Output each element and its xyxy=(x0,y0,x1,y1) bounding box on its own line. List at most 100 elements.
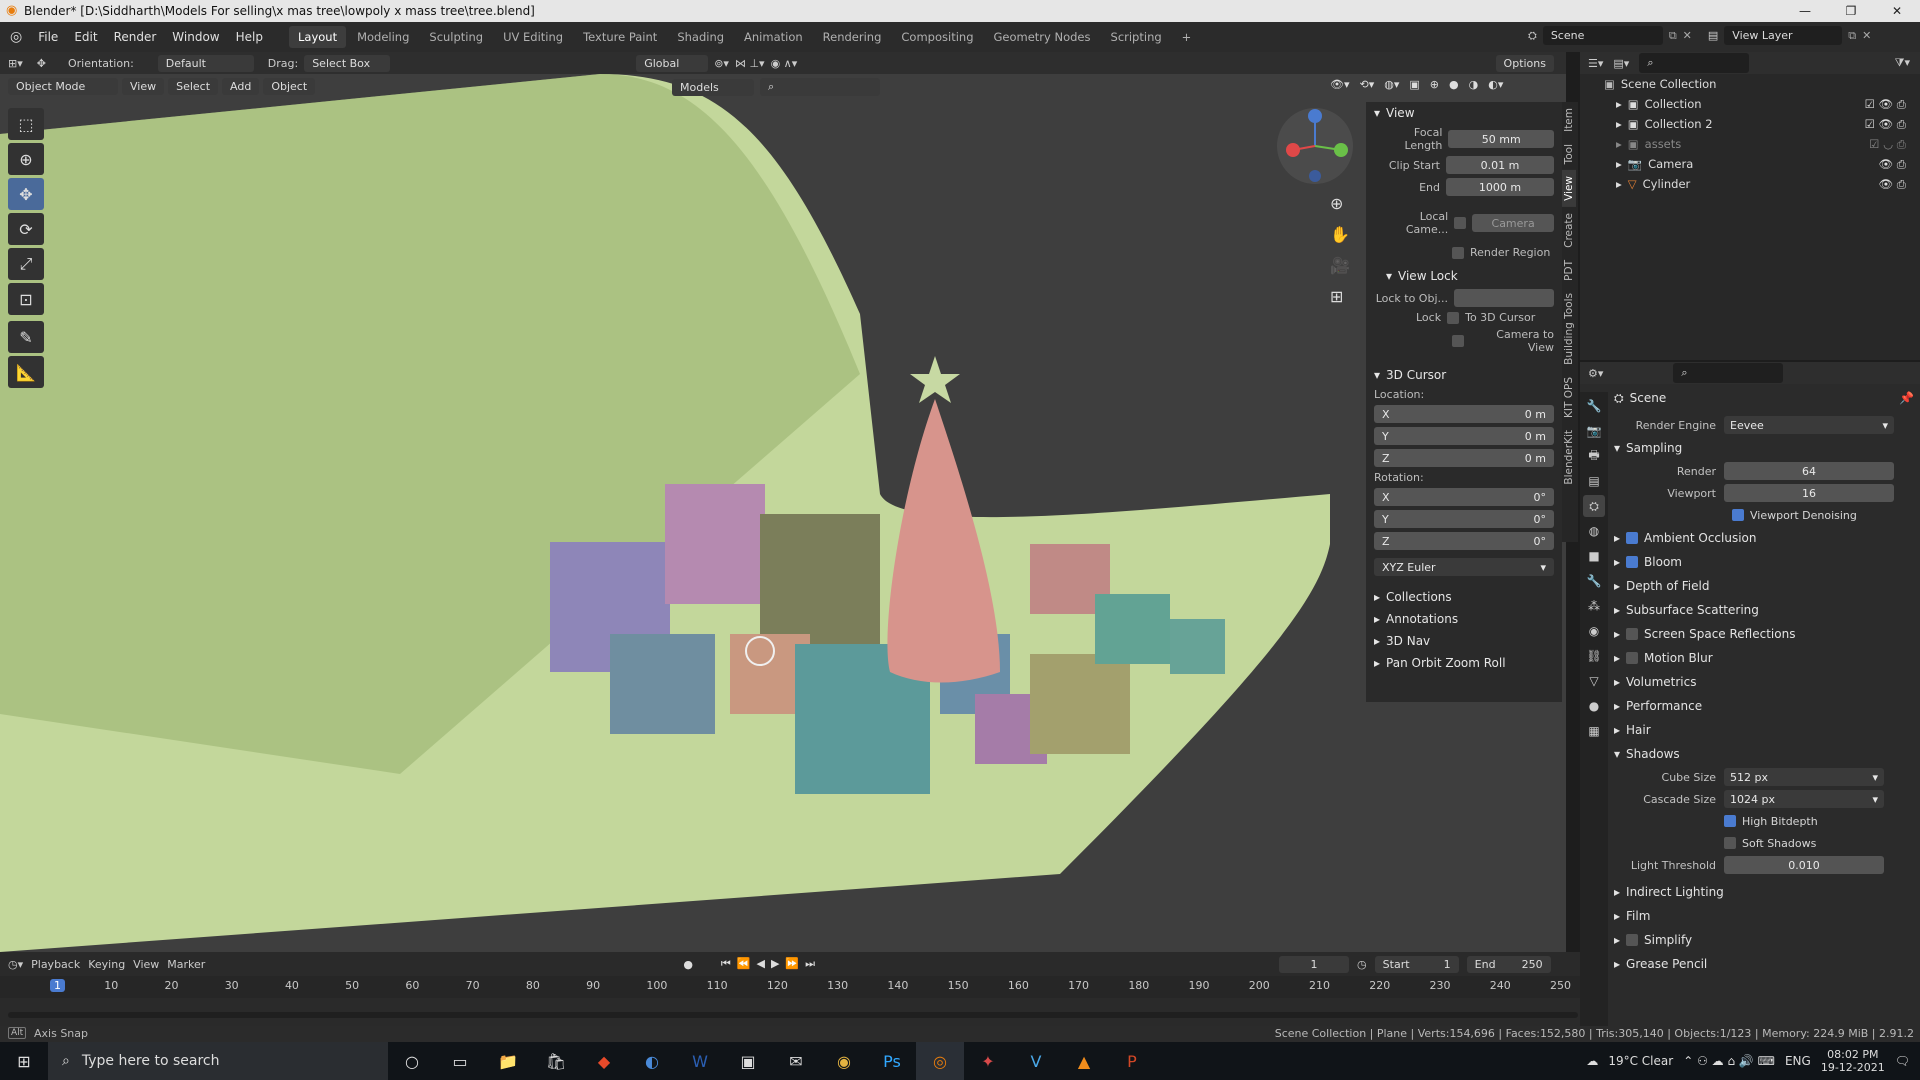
3d-viewport[interactable]: Object Mode View Select Add Object Model… xyxy=(0,74,1566,952)
weather-text[interactable]: 19°C Clear xyxy=(1608,1054,1673,1068)
visibility-icon[interactable]: 👁▾ xyxy=(1330,78,1350,91)
keying-menu[interactable]: Keying xyxy=(88,958,125,971)
tab-geometry-nodes[interactable]: Geometry Nodes xyxy=(985,26,1100,48)
annotate-icon[interactable]: ✎ xyxy=(8,321,44,353)
shading-render-icon[interactable]: ◐▾ xyxy=(1488,78,1503,91)
taskbar-search[interactable]: ⌕ Type here to search xyxy=(48,1042,388,1080)
playback-menu[interactable]: Playback xyxy=(31,958,80,971)
options-dropdown[interactable]: Options xyxy=(1495,54,1554,72)
annotations-section[interactable]: ▸ Annotations xyxy=(1366,608,1562,630)
output-tab-icon[interactable]: 🖶 xyxy=(1583,445,1605,467)
pan-orbit-section[interactable]: ▸ Pan Orbit Zoom Roll xyxy=(1366,652,1562,674)
cursor-icon[interactable]: ⊕ xyxy=(8,143,44,175)
transform-icon[interactable]: ⊡ xyxy=(8,283,44,315)
object-tab-icon[interactable]: ■ xyxy=(1583,545,1605,567)
app-icon[interactable]: ▣ xyxy=(724,1042,772,1080)
clock[interactable]: 08:02 PM 19-12-2021 xyxy=(1821,1048,1885,1074)
local-camera-field[interactable]: Camera xyxy=(1472,214,1554,232)
visibility-icons[interactable]: ☑ 👁 ⎙ xyxy=(1865,117,1906,132)
outliner-row[interactable]: ▸ ▽ Cylinder 👁 ⎙ xyxy=(1580,174,1920,194)
tab-texture-paint[interactable]: Texture Paint xyxy=(574,26,666,48)
current-frame-field[interactable]: 1 xyxy=(1279,955,1350,973)
view-layer-tab-icon[interactable]: ▤ xyxy=(1583,470,1605,492)
material-tab-icon[interactable]: ● xyxy=(1583,695,1605,717)
visibility-icons[interactable]: 👁 ⎙ xyxy=(1879,177,1906,192)
store-icon[interactable]: 🛍 xyxy=(532,1042,580,1080)
end-frame-field[interactable]: End 250 xyxy=(1466,955,1551,973)
tab-rendering[interactable]: Rendering xyxy=(814,26,891,48)
cortana-icon[interactable]: ○ xyxy=(388,1042,436,1080)
view-section-header[interactable]: ▾ View xyxy=(1366,102,1562,124)
indirect-lighting-section[interactable]: ▸ Indirect Lighting xyxy=(1614,880,1914,904)
tab-building-tools[interactable]: Building Tools xyxy=(1562,287,1576,371)
pan-hand-icon[interactable]: ✋ xyxy=(1330,225,1350,244)
ortho-grid-icon[interactable]: ⊞ xyxy=(1330,287,1350,306)
outliner-row[interactable]: ▸ 📷 Camera 👁 ⎙ xyxy=(1580,154,1920,174)
rotate-icon[interactable]: ⟳ xyxy=(8,213,44,245)
render-section[interactable]: ▸ Motion Blur xyxy=(1614,646,1914,670)
zoom-icon[interactable]: ⊕ xyxy=(1330,194,1350,213)
frame-ruler[interactable]: 1 10 20 30 40 50 60 70 80 90 100 110 120 130 140 150 160… xyxy=(0,976,1580,998)
blender-menu-icon[interactable]: ◎ xyxy=(10,29,22,45)
pin-icon[interactable]: 📌 xyxy=(1899,391,1914,405)
menu-add[interactable]: Add xyxy=(222,78,260,95)
delete-scene-icon[interactable]: ✕ xyxy=(1683,29,1692,42)
xray-icon[interactable]: ▣ xyxy=(1409,78,1419,91)
3d-nav-section[interactable]: ▸ 3D Nav xyxy=(1366,630,1562,652)
section-checkbox[interactable] xyxy=(1626,628,1639,640)
section-checkbox[interactable] xyxy=(1626,532,1639,544)
tab-compositing[interactable]: Compositing xyxy=(892,26,982,48)
menu-object[interactable]: Object xyxy=(263,78,316,95)
lock-to-object-field[interactable] xyxy=(1454,289,1554,307)
powerpoint-icon[interactable]: P xyxy=(1108,1042,1156,1080)
physics-tab-icon[interactable]: ◉ xyxy=(1583,620,1605,642)
view-layer-field[interactable]: View Layer xyxy=(1724,26,1843,45)
scale-icon[interactable]: ⤢ xyxy=(8,248,44,280)
gizmo-icon[interactable]: ⟲▾ xyxy=(1360,78,1375,91)
tool-tab-icon[interactable]: 🔧 xyxy=(1583,395,1605,417)
render-region-checkbox[interactable] xyxy=(1452,246,1464,259)
tab-blenderkit[interactable]: BlenderKit xyxy=(1562,424,1576,491)
tray-icons[interactable]: ⌃ ⚇ ☁ ⌂ 🔊 ⌨ xyxy=(1683,1054,1775,1068)
tab-modeling[interactable]: Modeling xyxy=(348,26,418,48)
shading-wire-icon[interactable]: ⊕ xyxy=(1430,78,1439,91)
record-icon[interactable]: ● xyxy=(683,958,693,971)
filter-icon[interactable]: ⧩▾ xyxy=(1895,56,1910,70)
tab-scripting[interactable]: Scripting xyxy=(1102,26,1171,48)
add-workspace-icon[interactable]: + xyxy=(1173,26,1201,48)
render-section[interactable]: ▸ Volumetrics xyxy=(1614,670,1914,694)
camera-view-icon[interactable]: 🎥 xyxy=(1330,256,1350,275)
start-frame-field[interactable]: Start 1 xyxy=(1374,955,1459,973)
edge-icon[interactable]: ◐ xyxy=(628,1042,676,1080)
cursor-rotation-x[interactable]: X 0° xyxy=(1374,488,1554,506)
properties-editor-icon[interactable]: ⚙▾ xyxy=(1588,367,1603,380)
section-checkbox[interactable] xyxy=(1626,556,1639,568)
mail-icon[interactable]: ✉ xyxy=(772,1042,820,1080)
simplify-checkbox[interactable] xyxy=(1626,934,1639,946)
render-section[interactable]: ▸ Performance xyxy=(1614,694,1914,718)
outliner-row[interactable]: ▸ ▣ Collection 2 ☑ 👁 ⎙ xyxy=(1580,114,1920,134)
render-section[interactable]: ▸ Depth of Field xyxy=(1614,574,1914,598)
particles-tab-icon[interactable]: ⁂ xyxy=(1583,595,1605,617)
task-view-icon[interactable]: ▭ xyxy=(436,1042,484,1080)
select-box-icon[interactable]: ⬚ xyxy=(8,108,44,140)
close-button[interactable]: ✕ xyxy=(1874,0,1920,22)
cursor-location-x[interactable]: X0 m xyxy=(1374,405,1554,423)
world-tab-icon[interactable]: ◍ xyxy=(1583,520,1605,542)
render-section[interactable]: ▸ Hair xyxy=(1614,718,1914,742)
cursor-rotation-z[interactable]: Z 0° xyxy=(1374,532,1554,550)
shading-solid-icon[interactable]: ● xyxy=(1449,78,1459,91)
collections-section[interactable]: ▸ Collections xyxy=(1366,586,1562,608)
cursor-location-y[interactable]: Y0 m xyxy=(1374,427,1554,445)
constraints-tab-icon[interactable]: ⛓ xyxy=(1583,645,1605,667)
move-icon[interactable]: ✥ xyxy=(8,178,44,210)
menu-select[interactable]: Select xyxy=(168,78,219,95)
snap-icon[interactable]: ⋈ ⊥▾ xyxy=(735,57,765,70)
data-tab-icon[interactable]: ▽ xyxy=(1583,670,1605,692)
visibility-icons[interactable]: 👁 ⎙ xyxy=(1879,157,1906,172)
copy-scene-icon[interactable]: ⧉ xyxy=(1669,29,1677,43)
vlc-icon[interactable]: ▲ xyxy=(1060,1042,1108,1080)
clip-start-field[interactable]: 0.01 m xyxy=(1446,156,1554,174)
tab-uv-editing[interactable]: UV Editing xyxy=(494,26,572,48)
app-red-icon[interactable]: ✦ xyxy=(964,1042,1012,1080)
